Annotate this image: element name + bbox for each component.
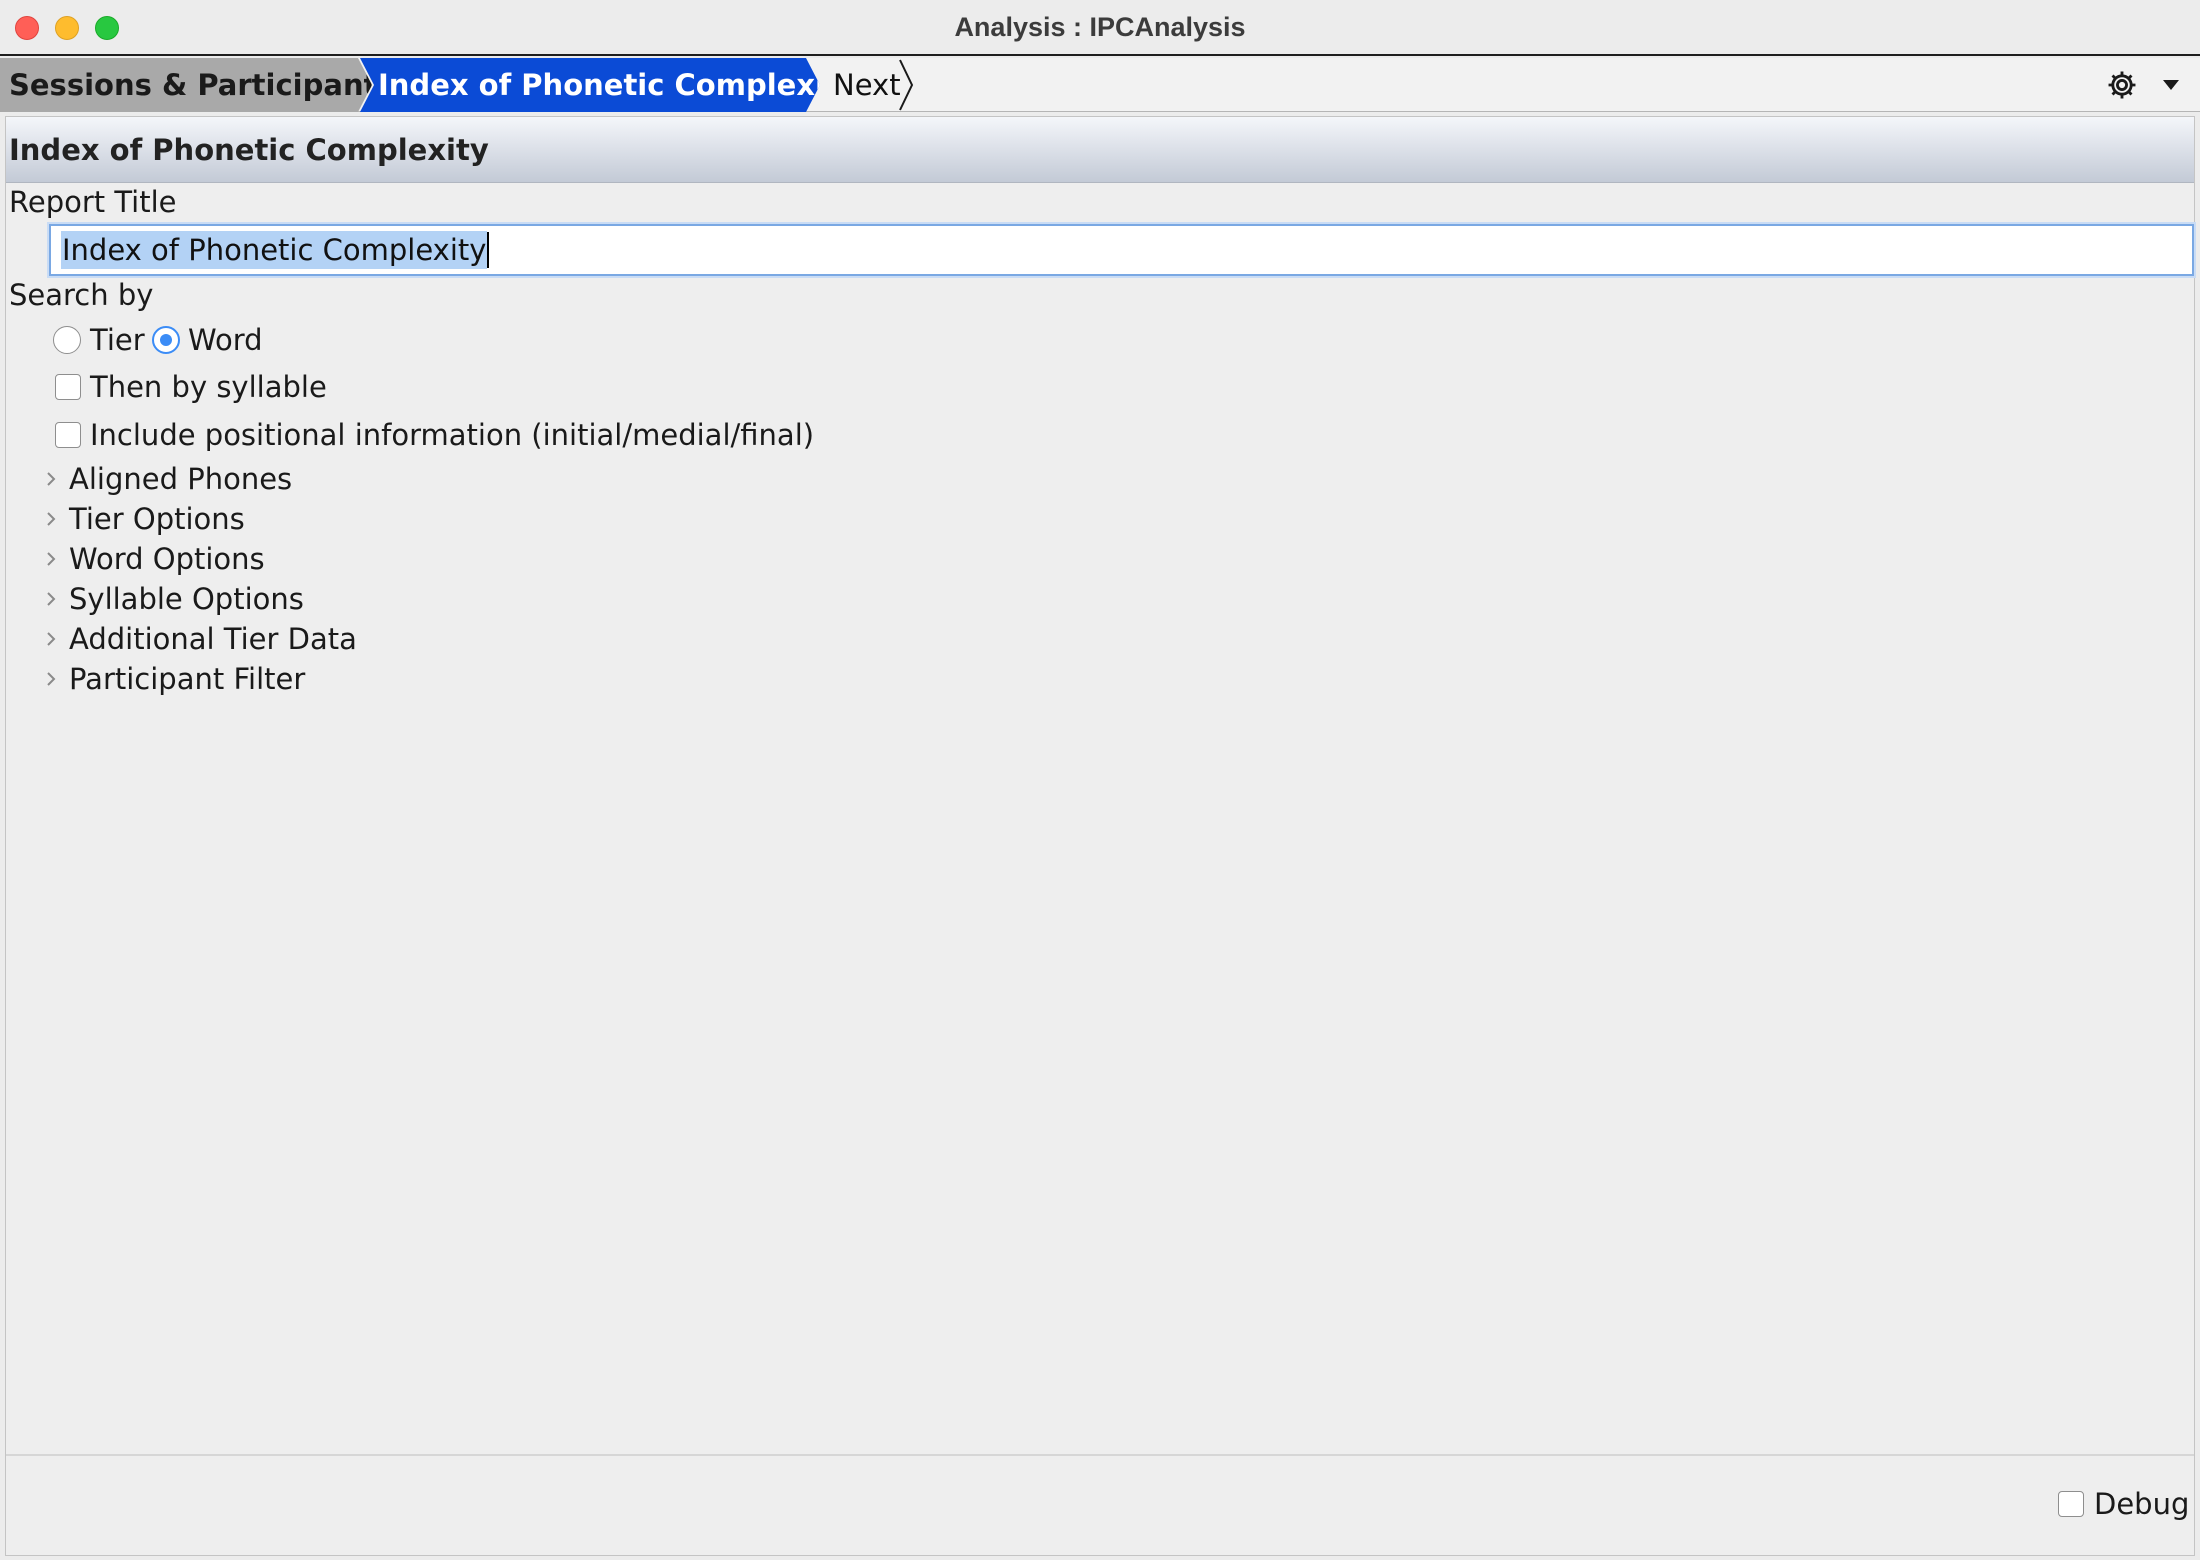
radio-tier-label[interactable]: Tier xyxy=(90,321,145,359)
positional-info-label[interactable]: Include positional information (initial/… xyxy=(90,416,814,454)
report-title-label: Report Title xyxy=(9,185,177,219)
chevron-right-icon xyxy=(47,552,56,566)
section-word-options-label: Word Options xyxy=(69,542,265,576)
positional-info-checkbox[interactable] xyxy=(55,422,81,448)
gear-icon xyxy=(2108,71,2136,99)
settings-menu-button[interactable] xyxy=(2100,66,2190,104)
chevron-right-icon xyxy=(47,632,56,646)
title-bar: Analysis : IPCAnalysis xyxy=(0,0,2200,56)
window-title: Analysis : IPCAnalysis xyxy=(954,12,1246,42)
section-participant-filter[interactable]: Participant Filter xyxy=(44,660,544,698)
section-syllable-options[interactable]: Syllable Options xyxy=(44,580,544,618)
report-title-input[interactable]: Index of Phonetic Complexity xyxy=(49,224,2194,276)
analysis-window: Analysis : IPCAnalysis Sessions & Partic… xyxy=(0,0,2200,1560)
then-by-syllable-label[interactable]: Then by syllable xyxy=(90,368,327,406)
radio-word-label[interactable]: Word xyxy=(188,321,263,359)
section-tier-options-label: Tier Options xyxy=(69,502,245,536)
section-syllable-options-label: Syllable Options xyxy=(69,582,304,616)
section-additional-tier-data-label: Additional Tier Data xyxy=(69,622,357,656)
section-tier-options[interactable]: Tier Options xyxy=(44,500,544,538)
breadcrumb-index-of-phonetic-complexity[interactable]: Index of Phonetic Complexity xyxy=(360,58,820,112)
breadcrumb: Sessions & Participants Index of Phoneti… xyxy=(0,58,2200,112)
report-title-value: Index of Phonetic Complexity xyxy=(61,231,488,269)
debug-checkbox[interactable] xyxy=(2058,1491,2084,1517)
panel-header: Index of Phonetic Complexity xyxy=(6,117,2194,183)
footer-divider xyxy=(6,1454,2194,1456)
search-by-label: Search by xyxy=(9,278,154,312)
chevron-right-icon xyxy=(47,592,56,606)
section-additional-tier-data[interactable]: Additional Tier Data xyxy=(44,620,544,658)
debug-label[interactable]: Debug xyxy=(2094,1485,2189,1523)
chevron-right-icon xyxy=(47,672,56,686)
section-aligned-phones-label: Aligned Phones xyxy=(69,462,293,496)
ipc-options-panel: Index of Phonetic Complexity Report Titl… xyxy=(5,116,2195,1556)
radio-tier[interactable] xyxy=(53,326,81,354)
text-caret xyxy=(487,232,489,268)
section-participant-filter-label: Participant Filter xyxy=(69,662,306,696)
radio-word[interactable] xyxy=(152,326,180,354)
chevron-right-icon xyxy=(47,472,56,486)
caret-down-icon xyxy=(2163,80,2179,90)
section-aligned-phones[interactable]: Aligned Phones xyxy=(44,460,544,498)
section-word-options[interactable]: Word Options xyxy=(44,540,544,578)
chevron-right-icon xyxy=(899,59,914,111)
then-by-syllable-checkbox[interactable] xyxy=(55,374,81,400)
breadcrumb-sessions-participants[interactable]: Sessions & Participants xyxy=(0,58,372,112)
panel-title: Index of Phonetic Complexity xyxy=(9,133,489,167)
chevron-right-icon xyxy=(47,512,56,526)
